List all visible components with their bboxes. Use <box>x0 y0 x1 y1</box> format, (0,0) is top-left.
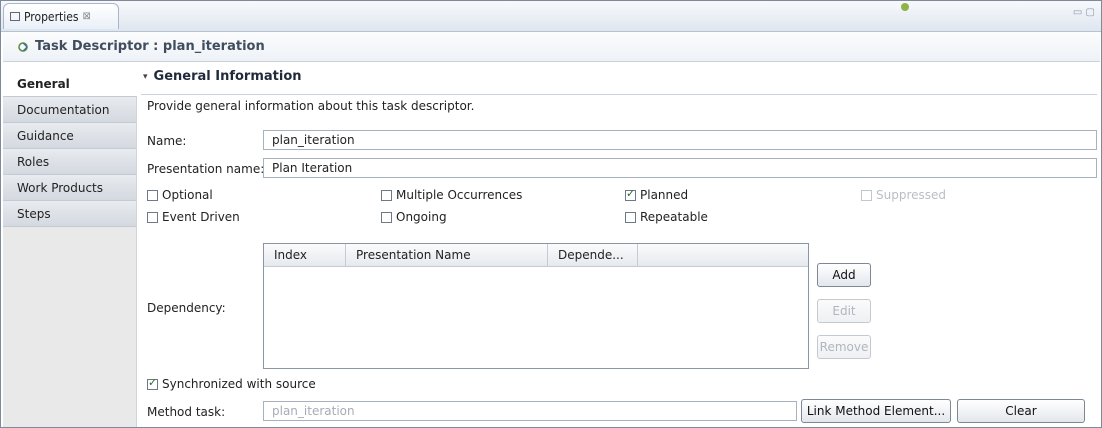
checkbox-label: Ongoing <box>396 210 447 224</box>
synchronized-checkbox[interactable]: Synchronized with source <box>147 376 316 391</box>
event-driven-checkbox[interactable]: Event Driven <box>147 210 240 224</box>
checkbox-box <box>861 189 872 201</box>
repeatable-checkbox[interactable]: Repeatable <box>625 210 708 224</box>
dependency-label: Dependency: <box>147 301 226 315</box>
checkbox-label: Multiple Occurrences <box>396 188 523 202</box>
section-description: Provide general information about this t… <box>147 99 475 113</box>
remove-button: Remove <box>817 335 871 359</box>
column-header-presentation-name[interactable]: Presentation Name <box>346 244 548 266</box>
tab-documentation[interactable]: Documentation <box>3 97 136 123</box>
name-label: Name: <box>147 134 187 148</box>
page-header: Task Descriptor : plan_iteration <box>3 32 1100 62</box>
add-button[interactable]: Add <box>817 263 871 287</box>
optional-checkbox[interactable]: Optional <box>147 188 213 202</box>
table-header: Index Presentation Name Depende... <box>264 244 808 267</box>
checkbox-label: Repeatable <box>640 210 708 224</box>
dependency-table[interactable]: Index Presentation Name Depende... <box>263 243 809 369</box>
link-method-element-button[interactable]: Link Method Element... <box>801 399 951 423</box>
checkbox-box[interactable] <box>147 376 158 390</box>
section-divider <box>141 94 1097 95</box>
properties-view-tab[interactable]: Properties ⊠ <box>3 3 119 29</box>
close-icon[interactable]: ⊠ <box>83 11 91 22</box>
ongoing-checkbox[interactable]: Ongoing <box>381 210 447 224</box>
section-header[interactable]: ▾ General Information <box>143 69 302 84</box>
collapse-icon[interactable]: ▾ <box>143 72 148 82</box>
edit-button: Edit <box>817 299 871 323</box>
general-panel: ▾ General Information Provide general in… <box>137 63 1099 425</box>
checkbox-label: Planned <box>640 188 689 202</box>
properties-icon <box>10 12 20 21</box>
checkbox-box[interactable] <box>147 211 158 223</box>
planned-checkbox[interactable]: Planned <box>625 187 689 202</box>
checkbox-box[interactable] <box>625 187 636 201</box>
multiple-occurrences-checkbox[interactable]: Multiple Occurrences <box>381 188 522 202</box>
checkbox-label: Suppressed <box>876 188 947 202</box>
checkbox-label: Event Driven <box>162 210 240 224</box>
tab-guidance[interactable]: Guidance <box>3 123 136 149</box>
properties-sidebar: General Documentation Guidance Roles Wor… <box>3 71 137 427</box>
presentation-name-label: Presentation name: <box>147 162 265 176</box>
column-header-dependency[interactable]: Depende... <box>548 244 638 266</box>
column-header-index[interactable]: Index <box>264 244 346 266</box>
task-descriptor-icon <box>18 41 28 52</box>
view-tab-bar: Properties ⊠ ▭ ▢ <box>1 1 1101 32</box>
checkbox-label: Optional <box>162 188 213 202</box>
presentation-name-field[interactable]: Plan Iteration <box>263 158 1097 178</box>
name-field[interactable]: plan_iteration <box>263 130 1097 150</box>
checkbox-box[interactable] <box>381 189 392 201</box>
status-icon <box>901 3 909 11</box>
suppressed-checkbox: Suppressed <box>861 188 946 202</box>
checkbox-box[interactable] <box>147 189 158 201</box>
method-task-field: plan_iteration <box>263 401 797 421</box>
clear-button[interactable]: Clear <box>957 399 1085 423</box>
checkbox-label: Synchronized with source <box>162 377 316 391</box>
checkbox-box[interactable] <box>381 211 392 223</box>
properties-view: Properties ⊠ ▭ ▢ Task Descriptor : plan_… <box>0 0 1102 428</box>
method-task-label: Method task: <box>147 405 226 419</box>
tab-general[interactable]: General <box>3 71 137 97</box>
tab-work-products[interactable]: Work Products <box>3 175 136 201</box>
minimize-maximize-icon[interactable]: ▭ ▢ <box>1073 7 1095 18</box>
tab-roles[interactable]: Roles <box>3 149 136 175</box>
tab-steps[interactable]: Steps <box>3 201 136 227</box>
view-tab-title: Properties <box>24 9 79 24</box>
checkbox-box[interactable] <box>625 211 636 223</box>
page-title: Task Descriptor : plan_iteration <box>35 39 265 54</box>
section-title: General Information <box>153 69 302 84</box>
